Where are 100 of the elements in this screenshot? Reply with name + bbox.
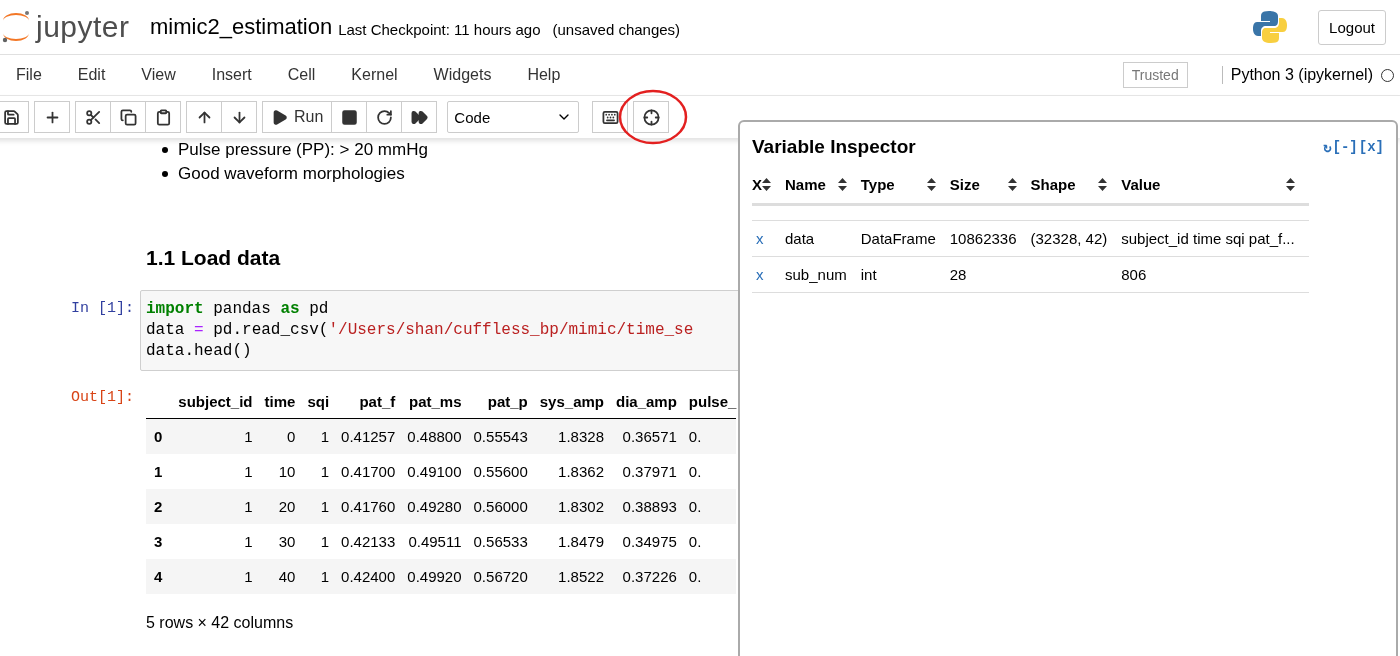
table-cell: 40 xyxy=(258,559,302,594)
table-cell: 0.56720 xyxy=(467,559,534,594)
logout-button[interactable]: Logout xyxy=(1318,9,1386,45)
table-cell: data xyxy=(785,230,815,247)
notebook-name[interactable]: mimic2_estimation xyxy=(150,14,333,40)
row-index: 4 xyxy=(146,559,173,594)
column-header[interactable]: Value xyxy=(1121,176,1161,193)
highlight-circle xyxy=(618,89,689,145)
table-cell: 0.38893 xyxy=(610,489,683,524)
menu-item[interactable]: Help xyxy=(527,66,561,84)
paste-icon xyxy=(154,108,172,126)
restart-icon xyxy=(375,108,393,126)
table-cell: 1 xyxy=(172,524,259,559)
stop-button[interactable] xyxy=(331,101,368,133)
table-cell: 0.42400 xyxy=(335,559,402,594)
add-button[interactable] xyxy=(34,101,70,133)
table-cell: 0.56533 xyxy=(467,524,534,559)
output-prompt: Out[1]: xyxy=(70,388,135,406)
row-index: 2 xyxy=(146,489,173,524)
table-cell: 1 xyxy=(301,524,336,559)
cut-button[interactable] xyxy=(75,101,111,133)
table-cell: 10 xyxy=(258,454,302,489)
jupyter-logo-icon xyxy=(0,9,32,45)
table-cell: 1.8328 xyxy=(533,418,610,454)
table-cell: 0. xyxy=(682,559,737,594)
run-button[interactable]: Run xyxy=(262,101,333,133)
column-header[interactable]: X xyxy=(752,176,762,193)
table-cell: 28 xyxy=(949,266,967,283)
panel-title: Variable Inspector xyxy=(752,136,916,158)
column-header: sys_amp xyxy=(533,389,610,419)
table-cell: 30 xyxy=(258,524,302,559)
column-header: pat_ms xyxy=(401,389,468,419)
table-cell: 0.42133 xyxy=(335,524,402,559)
save-button[interactable] xyxy=(0,101,29,133)
menu-item[interactable]: Widgets xyxy=(433,66,492,84)
paste-button[interactable] xyxy=(145,101,181,133)
cell-type-select[interactable]: Code xyxy=(447,101,580,133)
panel-control-link[interactable]: ↻ xyxy=(1323,138,1332,156)
sort-icon xyxy=(837,178,847,191)
table-cell: 1.8522 xyxy=(533,559,610,594)
column-header[interactable]: Shape xyxy=(1030,176,1076,193)
keyboard-button[interactable] xyxy=(592,101,629,133)
table-cell: 10862336 xyxy=(949,230,1017,247)
column-header: pat_p xyxy=(467,389,534,419)
sort-icon xyxy=(1098,178,1108,191)
table-cell: 0 xyxy=(258,418,302,454)
table-cell: 0.41700 xyxy=(335,454,402,489)
down-button[interactable] xyxy=(221,101,257,133)
restart-button[interactable] xyxy=(366,101,403,133)
table-cell: 0.49100 xyxy=(401,454,468,489)
copy-icon xyxy=(119,108,137,126)
run-icon xyxy=(271,108,288,126)
bullet-text: Pulse pressure (PP): > 20 mmHg xyxy=(178,139,428,161)
sort-icon xyxy=(1007,178,1017,191)
table-cell: 806 xyxy=(1121,266,1147,283)
table-cell: 0. xyxy=(682,418,737,454)
table-cell: 0.49280 xyxy=(401,489,468,524)
panel-control-link[interactable]: [-] xyxy=(1332,138,1358,156)
input-prompt: In [1]: xyxy=(70,299,135,317)
table-cell: 1 xyxy=(172,489,259,524)
column-header: dia_amp xyxy=(610,389,683,419)
row-index: 3 xyxy=(146,524,173,559)
column-header[interactable]: Type xyxy=(860,176,895,193)
table-cell: 1.8362 xyxy=(533,454,610,489)
menu-item[interactable]: Insert xyxy=(211,66,252,84)
save-icon xyxy=(2,108,20,126)
table-cell: 1 xyxy=(172,454,259,489)
column-header: subject_id xyxy=(172,389,259,419)
up-button[interactable] xyxy=(186,101,222,133)
sort-icon xyxy=(926,178,936,191)
keyboard-icon xyxy=(601,108,619,126)
menu-item[interactable]: Edit xyxy=(77,66,106,84)
table-cell: 0.34975 xyxy=(610,524,683,559)
menu-item[interactable]: View xyxy=(141,66,176,84)
copy-button[interactable] xyxy=(110,101,146,133)
column-header[interactable]: Name xyxy=(785,176,826,193)
crosshair-button[interactable] xyxy=(633,101,670,133)
table-cell: 0. xyxy=(682,489,737,524)
table-cell: 0.36571 xyxy=(610,418,683,454)
table-cell: 0.37971 xyxy=(610,454,683,489)
table-summary: 5 rows × 42 columns xyxy=(146,614,295,632)
table-cell: 0.48800 xyxy=(401,418,468,454)
delete-variable-link[interactable]: x xyxy=(752,266,764,283)
menu-item[interactable]: File xyxy=(16,66,42,84)
bullet-icon xyxy=(162,147,168,153)
table-cell: DataFrame xyxy=(860,230,936,247)
sort-icon xyxy=(762,178,771,191)
trusted-indicator[interactable]: Trusted xyxy=(1122,62,1188,88)
table-cell: 20 xyxy=(258,489,302,524)
column-header[interactable]: Size xyxy=(949,176,980,193)
fast-forward-button[interactable] xyxy=(401,101,438,133)
table-cell: 1.8479 xyxy=(533,524,610,559)
delete-variable-link[interactable]: x xyxy=(752,230,764,247)
menu-item[interactable]: Kernel xyxy=(351,66,398,84)
column-header: pat_f xyxy=(335,389,402,419)
table-cell: 1 xyxy=(301,454,336,489)
bullet-text: Good waveform morphologies xyxy=(178,163,405,185)
menu-item[interactable]: Cell xyxy=(287,66,316,84)
sort-icon xyxy=(1285,178,1295,191)
panel-control-link[interactable]: [x] xyxy=(1358,138,1384,156)
